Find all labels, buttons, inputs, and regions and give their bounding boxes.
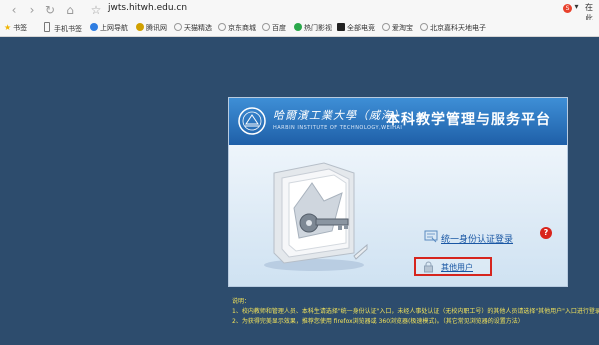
school-name-en: HARBIN INSTITUTE OF TECHNOLOGY,WEIHAI bbox=[273, 125, 403, 131]
instruction-line-2[interactable]: 2、为获得完美显示效果，推荐您使用 firefox浏览器或 360浏览器(极速模… bbox=[232, 317, 599, 327]
globe-icon bbox=[174, 23, 182, 31]
lock-icon bbox=[424, 261, 433, 273]
tencent-icon bbox=[136, 23, 144, 31]
nav-icon bbox=[90, 23, 98, 31]
back-arrow-icon[interactable]: ‹ bbox=[6, 2, 22, 18]
bookmark-item[interactable]: 京东商城 bbox=[218, 22, 256, 34]
globe-icon bbox=[420, 23, 428, 31]
panel-header: 哈爾濱工業大學（威海） HARBIN INSTITUTE OF TECHNOLO… bbox=[229, 98, 567, 145]
globe-icon bbox=[218, 23, 226, 31]
game-icon bbox=[337, 23, 345, 31]
sso-login-icon bbox=[424, 230, 438, 243]
globe-icon bbox=[382, 23, 390, 31]
bookmark-item[interactable]: 天猫精选 bbox=[174, 22, 212, 34]
sso-login-link[interactable]: 统一身份认证登录 bbox=[441, 232, 513, 245]
page-title: 本科教学管理与服务平台 bbox=[386, 112, 551, 128]
bookmarks-bar: ★ 书签 手机书签 上网导航 腾讯网 天猫精选 京东商城 百度 热门影视 全部电竞… bbox=[0, 20, 599, 37]
other-user-link[interactable]: 其他用户 bbox=[441, 262, 473, 273]
extension-search-icon[interactable]: S ▾ bbox=[563, 2, 579, 13]
other-user-highlight[interactable]: 其他用户 bbox=[414, 257, 492, 276]
phone-icon bbox=[44, 22, 50, 32]
login-panel: 哈爾濱工業大學（威海） HARBIN INSTITUTE OF TECHNOLO… bbox=[228, 97, 568, 287]
bookmark-item[interactable]: 热门影视 bbox=[294, 22, 332, 34]
address-bar-url[interactable]: jwts.hitwh.edu.cn bbox=[108, 3, 187, 13]
home-icon[interactable]: ⌂ bbox=[62, 2, 78, 18]
instruction-line-1: 1、校内教师和管理人员、本科生请选择"统一身份认证"入口，未经人事处认证（无校内… bbox=[232, 308, 599, 315]
bookmark-item[interactable]: 上网导航 bbox=[90, 22, 128, 34]
bookmark-item[interactable]: ★ 书签 bbox=[4, 22, 27, 34]
bookmark-item[interactable]: 爱淘宝 bbox=[382, 22, 413, 34]
browser-toolbar: ‹ › ↻ ⌂ ☆ jwts.hitwh.edu.cn S ▾ 在此 bbox=[0, 0, 599, 23]
bookmark-item[interactable]: 全部电竞 bbox=[337, 22, 375, 34]
reload-icon[interactable]: ↻ bbox=[42, 2, 58, 18]
bookmark-item[interactable]: 手机书签 bbox=[44, 22, 82, 34]
forward-arrow-icon[interactable]: › bbox=[24, 2, 40, 18]
film-icon bbox=[294, 23, 302, 31]
school-emblem-icon bbox=[238, 107, 266, 135]
panel-body: 统一身份认证登录 ? 其他用户 bbox=[229, 145, 567, 286]
instructions-heading: 说明： bbox=[232, 298, 251, 305]
bookmark-item[interactable]: 百度 bbox=[262, 22, 286, 34]
help-icon[interactable]: ? bbox=[540, 227, 552, 239]
favorite-star-icon[interactable]: ☆ bbox=[88, 2, 104, 18]
star-icon: ★ bbox=[4, 23, 12, 32]
bookmark-item[interactable]: 北京嘉科天地电子 bbox=[420, 22, 486, 34]
folder-key-illustration-icon bbox=[264, 162, 368, 271]
bookmark-item[interactable]: 腾讯网 bbox=[136, 22, 167, 34]
globe-icon bbox=[262, 23, 270, 31]
instructions: 说明： 1、校内教师和管理人员、本科生请选择"统一身份认证"入口，未经人事处认证… bbox=[232, 297, 599, 327]
